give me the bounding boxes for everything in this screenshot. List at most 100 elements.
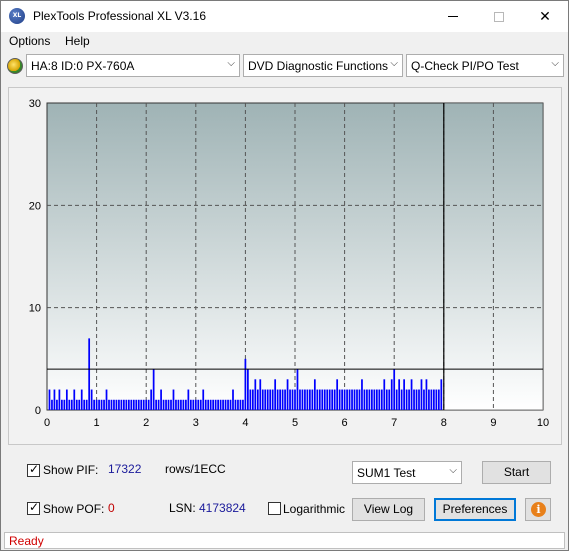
pif-bar [341,389,343,410]
pif-bar [395,389,398,410]
maximize-button[interactable] [476,1,522,32]
pif-bar [361,379,363,410]
view-log-button[interactable]: View Log [352,498,425,521]
pif-bar [105,389,108,410]
pif-bar [123,399,125,410]
pif-bar [58,389,61,410]
title-bar: XL PlexTools Professional XL V3.16 ✕ [1,1,568,32]
pif-bar [289,389,291,410]
maximize-icon [494,11,504,22]
show-pif-label: Show PIF: [43,463,99,477]
pif-bar [331,389,334,410]
toolbar: HA:8 ID:0 PX-760A ⌵ DVD Diagnostic Funct… [1,53,568,79]
pif-bar [199,399,202,410]
logarithmic-checkbox[interactable] [268,502,281,515]
pif-bar [130,399,133,410]
pif-bar [403,379,405,410]
x-tick-label: 3 [193,417,199,429]
pif-bar [413,389,415,410]
pif-bar [239,399,242,410]
pif-bar [363,389,366,410]
pif-bar [98,399,100,410]
minimize-button[interactable] [430,1,476,32]
pif-bar [90,389,93,410]
sum-test-select[interactable]: SUM1 Test ⌵ [352,461,462,484]
logarithmic-label: Logarithmic [283,502,346,516]
preferences-button[interactable]: Preferences [434,498,516,521]
pif-bar [271,389,274,410]
pif-bar [249,389,252,410]
menu-help[interactable]: Help [65,34,90,48]
pif-bar [80,389,83,410]
sum-test-value: SUM1 Test [357,466,416,480]
pif-bar [182,399,185,410]
pif-bar [108,399,110,410]
pif-bar [346,389,348,410]
show-pof-checkbox[interactable]: ✓ [27,500,40,515]
pif-bar [120,399,123,410]
pif-bar [269,389,272,410]
y-tick-label: 20 [29,200,41,212]
pif-bar [375,389,378,410]
pif-bar [185,399,187,410]
pif-bar [408,389,410,410]
pif-bar [316,389,319,410]
minimize-icon [448,16,458,17]
pif-value: 17322 [108,462,142,476]
status-bar: Ready [1,531,568,550]
check-icon: ✓ [29,500,40,514]
pif-bar [175,399,177,410]
pif-bar [247,369,249,410]
pif-bar [299,389,301,410]
pif-bar [137,399,140,410]
info-icon: i [531,502,546,517]
pif-bar [333,389,336,410]
function-select[interactable]: DVD Diagnostic Functions ⌵ [243,54,403,77]
pif-bar [336,379,339,410]
pif-bar [132,399,135,410]
pif-bar [65,389,68,410]
pif-bar [254,379,257,410]
pif-bar [202,389,205,410]
pif-bar [167,399,170,410]
pif-bar [418,389,420,410]
pif-bar [356,389,358,410]
pif-bar [140,399,143,410]
pif-bar [440,379,443,410]
x-tick-label: 8 [441,417,447,429]
pif-bar [150,389,153,410]
close-button[interactable]: ✕ [522,1,568,32]
pif-bar [428,389,430,410]
pif-bar [251,389,254,410]
pif-bar [100,399,103,410]
pif-bar [135,399,138,410]
drive-select[interactable]: HA:8 ID:0 PX-760A ⌵ [26,54,240,77]
pif-bar [420,379,423,410]
pif-bar [398,379,401,410]
pif-bar [219,399,222,410]
pif-bar [256,389,259,410]
menu-options[interactable]: Options [9,34,50,48]
pif-bar [118,399,120,410]
drive-select-value: HA:8 ID:0 PX-760A [31,59,135,73]
info-button[interactable]: i [525,498,551,521]
pif-bar [73,389,76,410]
x-tick-label: 0 [44,417,50,429]
pif-bar [291,389,294,410]
pif-bar [207,399,210,410]
pif-bar [63,399,66,410]
pif-bar [204,399,207,410]
status-text: Ready [9,534,44,548]
pif-bar [197,399,200,410]
pif-bar [323,389,326,410]
pif-bar [103,399,105,410]
pif-bar [423,389,425,410]
start-button[interactable]: Start [482,461,551,484]
pif-bar [286,379,289,410]
app-logo-icon: XL [9,8,25,24]
pif-bar [433,389,435,410]
chevron-down-icon: ⌵ [449,465,457,476]
pif-bar [229,399,232,410]
show-pif-checkbox[interactable]: ✓ [27,462,40,477]
test-select[interactable]: Q-Check PI/PO Test ⌵ [406,54,564,77]
